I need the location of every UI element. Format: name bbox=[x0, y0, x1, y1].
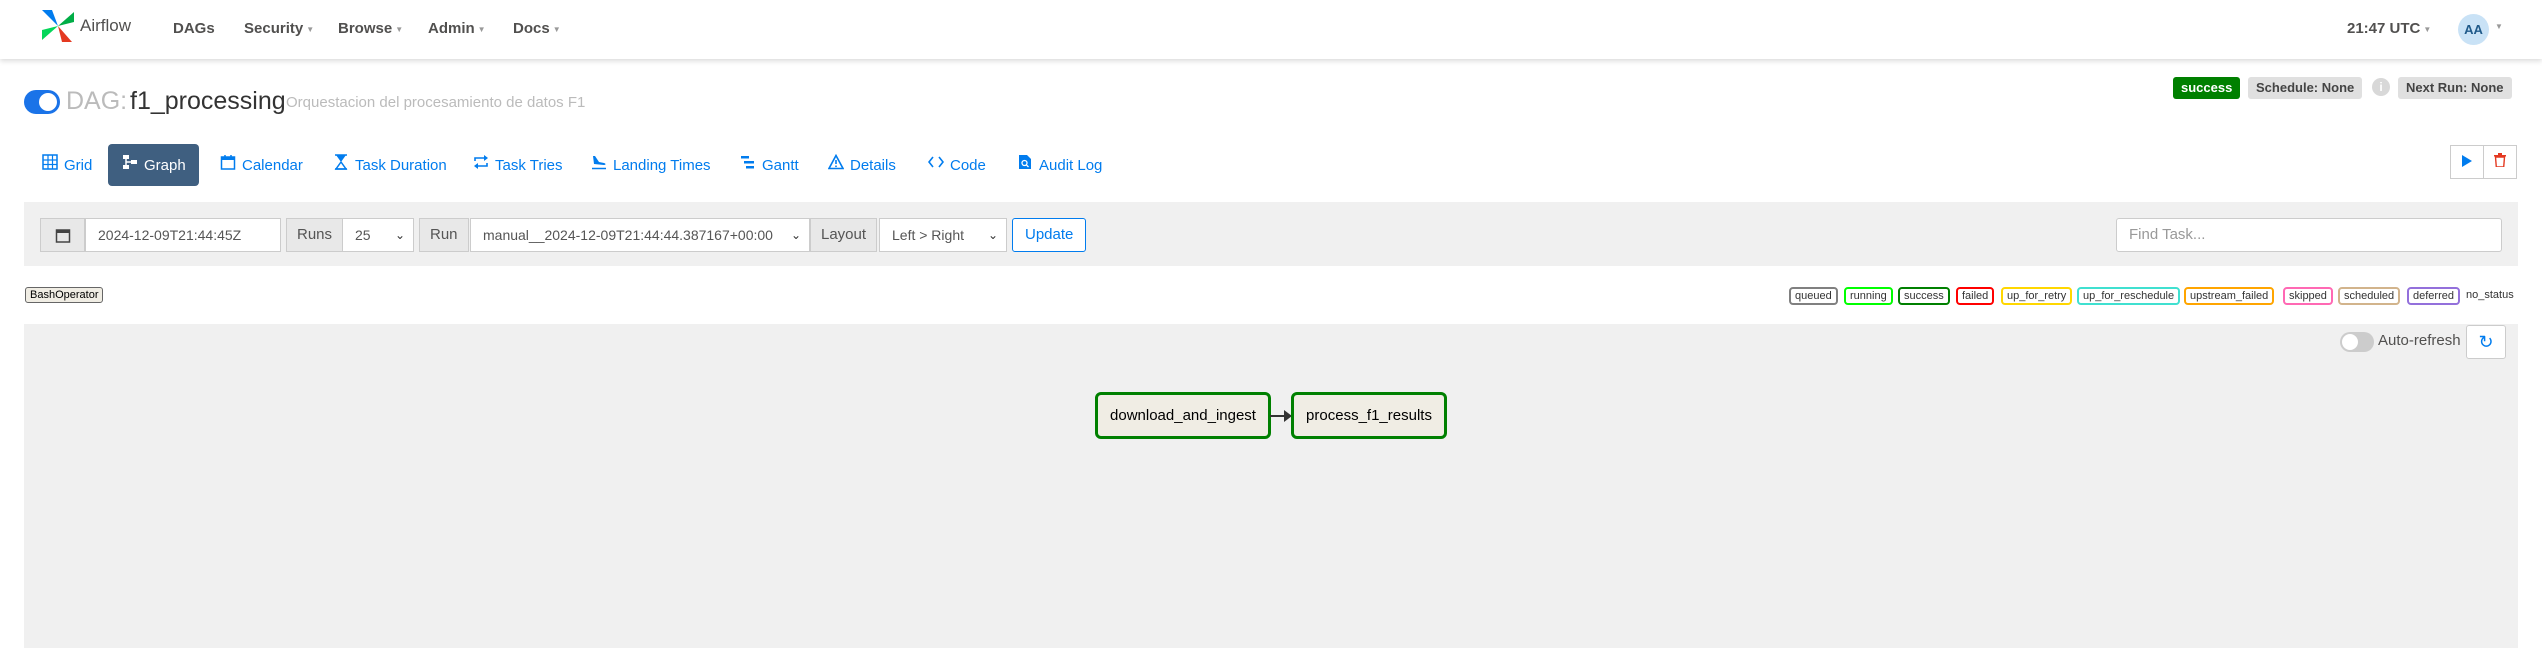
airflow-logo[interactable] bbox=[38, 6, 78, 46]
clock-dropdown[interactable]: 21:47 UTC ▼ bbox=[2347, 20, 2431, 37]
tab-task-tries[interactable]: Task Tries bbox=[459, 144, 576, 186]
layout-label: Layout bbox=[810, 218, 878, 252]
tab-grid[interactable]: Grid bbox=[28, 144, 105, 186]
legend-upstream-failed[interactable]: upstream_failed bbox=[2184, 287, 2275, 305]
chevron-down-icon: ▼ bbox=[395, 24, 404, 34]
audit-log-icon bbox=[1016, 144, 1034, 186]
update-button[interactable]: Update bbox=[1012, 218, 1087, 252]
graph-icon bbox=[121, 144, 139, 186]
legend-skipped[interactable]: skipped bbox=[2283, 287, 2333, 305]
calendar-icon bbox=[219, 144, 237, 186]
refresh-button[interactable]: ↻ bbox=[2466, 325, 2506, 359]
user-avatar[interactable]: AA bbox=[2458, 14, 2489, 45]
tab-task-duration[interactable]: Task Duration bbox=[319, 144, 460, 186]
dag-description: Orquestacion del procesamiento de datos … bbox=[286, 94, 586, 111]
legend-running[interactable]: running bbox=[1844, 287, 1893, 305]
schedule-badge: Schedule: None bbox=[2248, 77, 2363, 99]
legend-up-for-retry[interactable]: up_for_retry bbox=[2001, 287, 2073, 305]
find-task-input[interactable]: Find Task... bbox=[2116, 218, 2502, 252]
chevron-down-icon: ▼ bbox=[2423, 24, 2432, 34]
runs-select[interactable]: 25 ⌄ bbox=[342, 218, 414, 252]
graph-canvas[interactable] bbox=[24, 324, 2518, 648]
run-select[interactable]: manual__2024-12-09T21:44:44.387167+00:00… bbox=[470, 218, 810, 252]
refresh-icon: ↻ bbox=[2478, 332, 2494, 352]
grid-icon bbox=[41, 144, 59, 186]
plane-landing-icon bbox=[590, 144, 608, 186]
chevron-down-icon: ▼ bbox=[477, 24, 486, 34]
toggle-knob bbox=[39, 93, 57, 111]
calendar-button[interactable] bbox=[40, 218, 85, 252]
legend-deferred[interactable]: deferred bbox=[2407, 287, 2460, 305]
dag-label: DAG: bbox=[66, 87, 128, 115]
layout-select[interactable]: Left > Right ⌄ bbox=[879, 218, 1007, 252]
tab-calendar[interactable]: Calendar bbox=[206, 144, 316, 186]
nav-security[interactable]: Security ▼ bbox=[244, 20, 314, 37]
tab-landing-times[interactable]: Landing Times bbox=[577, 144, 724, 186]
dag-id: f1_processing bbox=[130, 87, 286, 115]
auto-refresh-label: Auto-refresh bbox=[2378, 332, 2461, 349]
tab-code[interactable]: Code bbox=[914, 144, 999, 186]
toggle-knob bbox=[2342, 334, 2358, 350]
dag-pause-toggle[interactable] bbox=[24, 90, 60, 114]
nav-browse[interactable]: Browse ▼ bbox=[338, 20, 403, 37]
brand-name[interactable]: Airflow bbox=[80, 16, 131, 36]
dag-status-badge[interactable]: success bbox=[2173, 77, 2241, 99]
code-icon bbox=[927, 144, 945, 186]
legend-success[interactable]: success bbox=[1898, 287, 1950, 305]
tab-graph[interactable]: Graph bbox=[108, 144, 199, 186]
chevron-down-icon[interactable]: ▼ bbox=[2495, 22, 2503, 31]
delete-dag-button[interactable] bbox=[2483, 145, 2517, 179]
task-node-download-and-ingest[interactable]: download_and_ingest bbox=[1095, 392, 1271, 439]
auto-refresh-toggle[interactable] bbox=[2340, 332, 2374, 352]
gantt-icon bbox=[739, 144, 757, 186]
chevron-down-icon: ⌄ bbox=[987, 228, 998, 242]
execution-date-input[interactable]: 2024-12-09T21:44:45Z bbox=[85, 218, 281, 252]
runs-label: Runs bbox=[286, 218, 344, 252]
filter-bar: 2024-12-09T21:44:45Z Runs 25 ⌄ Run manual… bbox=[24, 202, 2518, 266]
tab-gantt[interactable]: Gantt bbox=[726, 144, 812, 186]
legend-up-for-reschedule[interactable]: up_for_reschedule bbox=[2077, 287, 2181, 305]
chevron-down-icon: ⌄ bbox=[394, 228, 405, 242]
navbar: Airflow DAGs Security ▼ Browse ▼ Admin ▼ Do… bbox=[0, 0, 2542, 59]
tab-details[interactable]: Details bbox=[814, 144, 909, 186]
chevron-down-icon: ▼ bbox=[552, 24, 561, 34]
warning-icon bbox=[827, 144, 845, 186]
next-run-badge: Next Run: None bbox=[2398, 77, 2512, 99]
info-icon[interactable]: i bbox=[2372, 78, 2390, 96]
tab-audit-log[interactable]: Audit Log bbox=[1003, 144, 1115, 186]
trash-icon bbox=[2494, 153, 2506, 170]
chevron-down-icon: ⌄ bbox=[790, 228, 801, 242]
legend-failed[interactable]: failed bbox=[1956, 287, 1995, 305]
legend-queued[interactable]: queued bbox=[1789, 287, 1838, 305]
run-label: Run bbox=[419, 218, 469, 252]
legend-scheduled[interactable]: scheduled bbox=[2338, 287, 2401, 305]
nav-dags[interactable]: DAGs bbox=[173, 20, 215, 37]
calendar-icon bbox=[55, 226, 71, 243]
play-icon bbox=[2462, 154, 2472, 170]
hourglass-icon bbox=[332, 144, 350, 186]
nav-docs[interactable]: Docs ▼ bbox=[513, 20, 561, 37]
chevron-down-icon: ▼ bbox=[306, 24, 315, 34]
nav-admin[interactable]: Admin ▼ bbox=[428, 20, 486, 37]
task-node-process-f1-results[interactable]: process_f1_results bbox=[1291, 392, 1447, 439]
trigger-dag-button[interactable] bbox=[2450, 145, 2484, 179]
retry-icon bbox=[472, 144, 490, 186]
operator-chip-bashoperator[interactable]: BashOperator bbox=[25, 287, 104, 303]
legend-no-status[interactable]: no_status bbox=[2466, 289, 2514, 301]
